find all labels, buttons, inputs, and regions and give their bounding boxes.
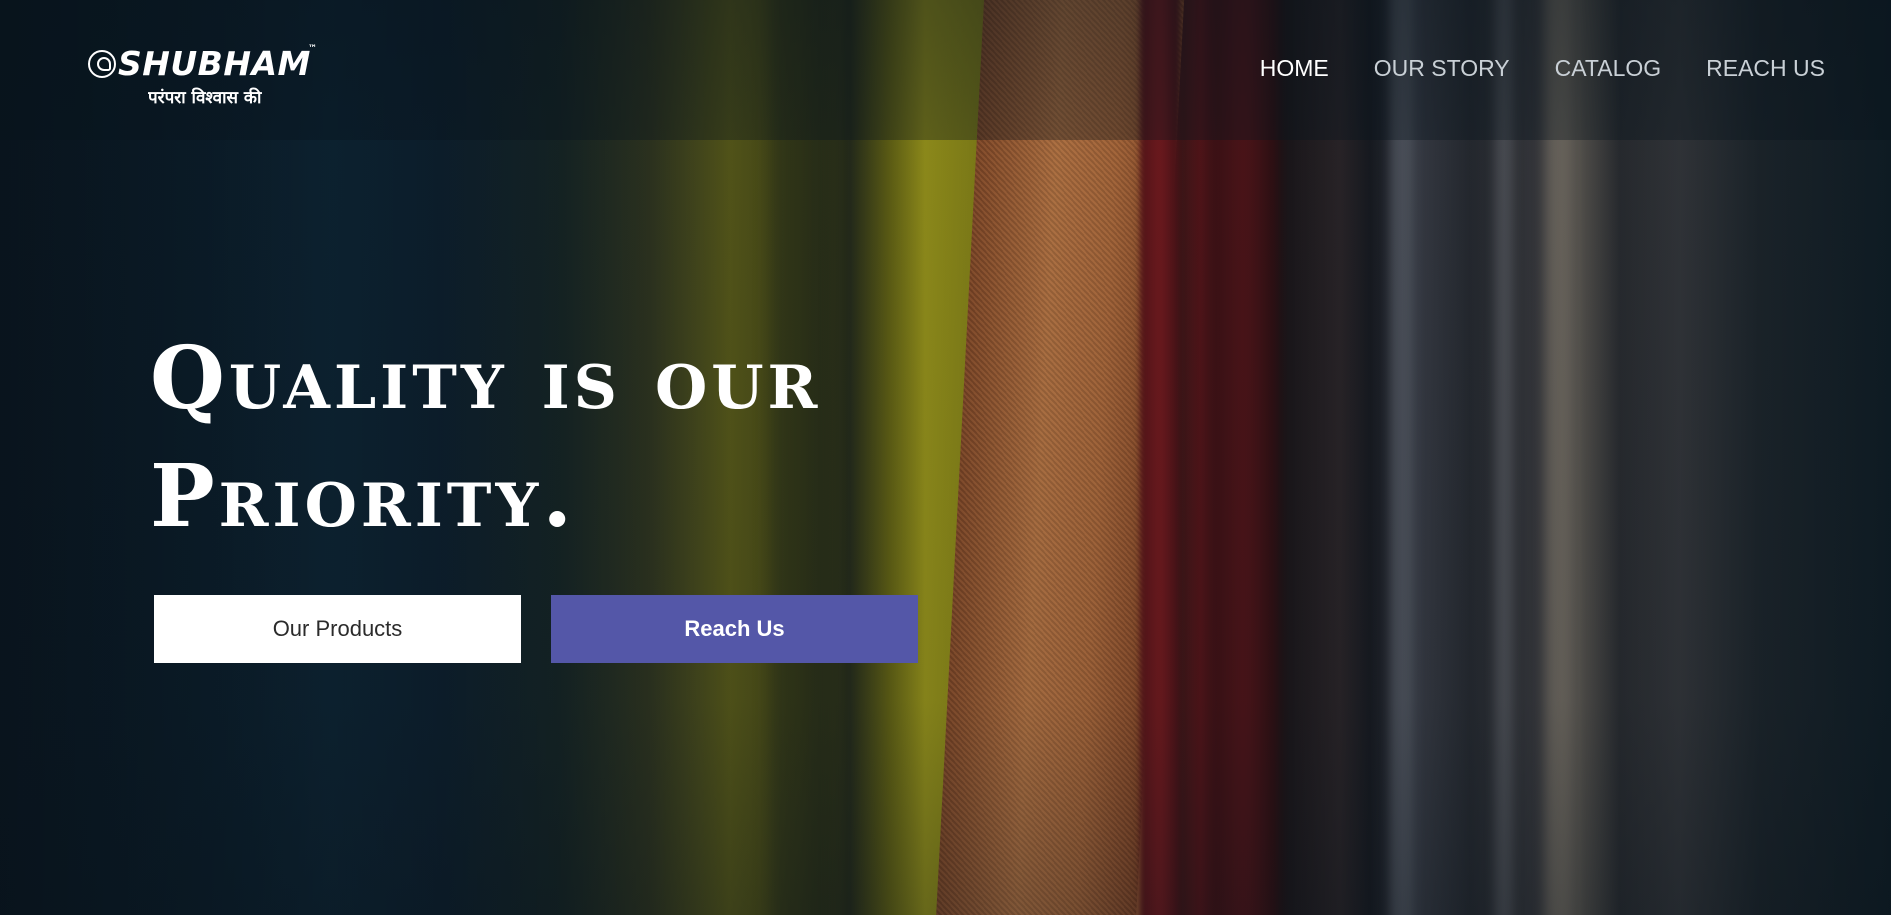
- brand-tagline: परंपरा विश्वास की: [148, 87, 262, 108]
- reach-us-button[interactable]: Reach Us: [551, 595, 918, 663]
- nav-catalog[interactable]: CATALOG: [1555, 55, 1662, 82]
- nav-our-story[interactable]: OUR STORY: [1374, 55, 1510, 82]
- hero-headline: Quality is our Priority.: [150, 320, 950, 556]
- main-nav: HOME OUR STORY CATALOG REACH US: [1260, 50, 1825, 86]
- brand-logo[interactable]: SHUBHAM ™ परंपरा विश्वास की: [86, 44, 320, 110]
- svg-text:परंपरा विश्वास की: परंपरा विश्वास की: [148, 87, 262, 108]
- shree-seal-icon: [88, 50, 116, 78]
- hero-headline-line1: Quality is our: [150, 328, 822, 429]
- brand-name: SHUBHAM: [118, 44, 311, 83]
- trademark-mark: ™: [308, 44, 317, 54]
- nav-reach-us[interactable]: REACH US: [1706, 55, 1825, 82]
- our-products-button[interactable]: Our Products: [154, 595, 521, 663]
- nav-home[interactable]: HOME: [1260, 55, 1329, 82]
- hero-headline-line2: Priority.: [150, 446, 577, 547]
